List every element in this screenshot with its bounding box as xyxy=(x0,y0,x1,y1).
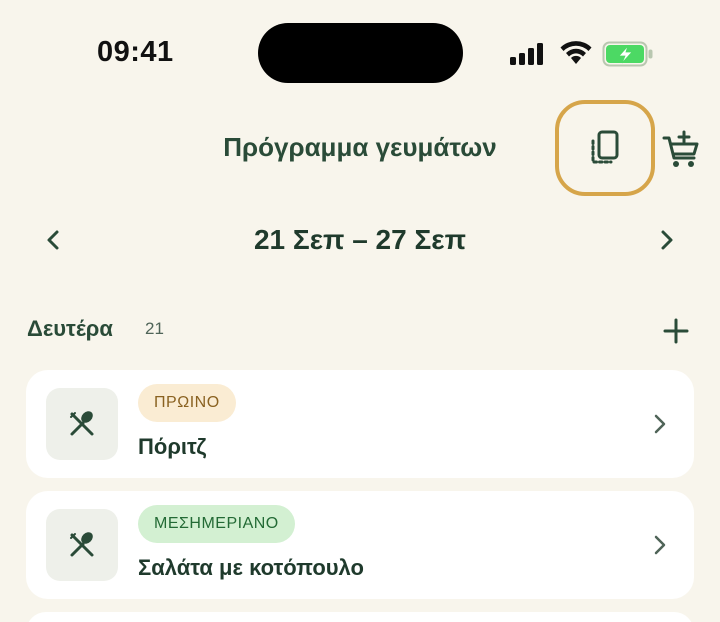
chevron-right-icon xyxy=(661,230,673,250)
meal-card-lunch[interactable]: ΜΕΣΗΜΕΡΙΑΝΟ Σαλάτα με κοτόπουλο xyxy=(26,491,694,599)
chevron-right-icon xyxy=(654,535,666,555)
day-name: Δευτέρα xyxy=(27,316,113,341)
day-header: Δευτέρα 21 xyxy=(27,310,697,350)
copy-week-button[interactable] xyxy=(555,100,655,196)
meal-icon-box xyxy=(46,509,118,581)
wifi-icon xyxy=(560,41,592,64)
meal-title: Σαλάτα με κοτόπουλο xyxy=(138,555,364,580)
status-bar: 09:41 xyxy=(0,0,720,100)
chevron-right-icon xyxy=(654,414,666,434)
meal-type-badge: ΠΡΩΙΝΟ xyxy=(138,384,236,422)
meal-type-badge: ΜΕΣΗΜΕΡΙΑΝΟ xyxy=(138,505,295,543)
meal-card-partial[interactable] xyxy=(26,612,694,622)
status-time: 09:41 xyxy=(97,36,174,68)
header: Πρόγραμμα γευμάτων xyxy=(0,100,720,200)
battery-charging-icon xyxy=(602,41,653,67)
week-navigation: 21 Σεπ – 27 Σεπ xyxy=(0,210,720,270)
plus-icon xyxy=(663,318,689,344)
add-meal-button[interactable] xyxy=(659,314,693,348)
utensils-icon xyxy=(70,532,94,557)
cart-add-icon xyxy=(662,130,699,167)
meal-chevron[interactable] xyxy=(648,531,672,559)
day-number: 21 xyxy=(145,319,164,338)
dynamic-island xyxy=(258,23,463,83)
shopping-cart-button[interactable] xyxy=(658,128,704,172)
copy-pages-icon xyxy=(591,130,619,164)
cellular-signal-icon xyxy=(510,43,543,65)
utensils-icon xyxy=(70,411,94,436)
meal-chevron[interactable] xyxy=(648,410,672,438)
meal-icon-box xyxy=(46,388,118,460)
meal-card-breakfast[interactable]: ΠΡΩΙΝΟ Πόριτζ xyxy=(26,370,694,478)
week-range: 21 Σεπ – 27 Σεπ xyxy=(253,224,467,255)
next-week-button[interactable] xyxy=(652,222,682,258)
meal-title: Πόριτζ xyxy=(138,434,207,459)
